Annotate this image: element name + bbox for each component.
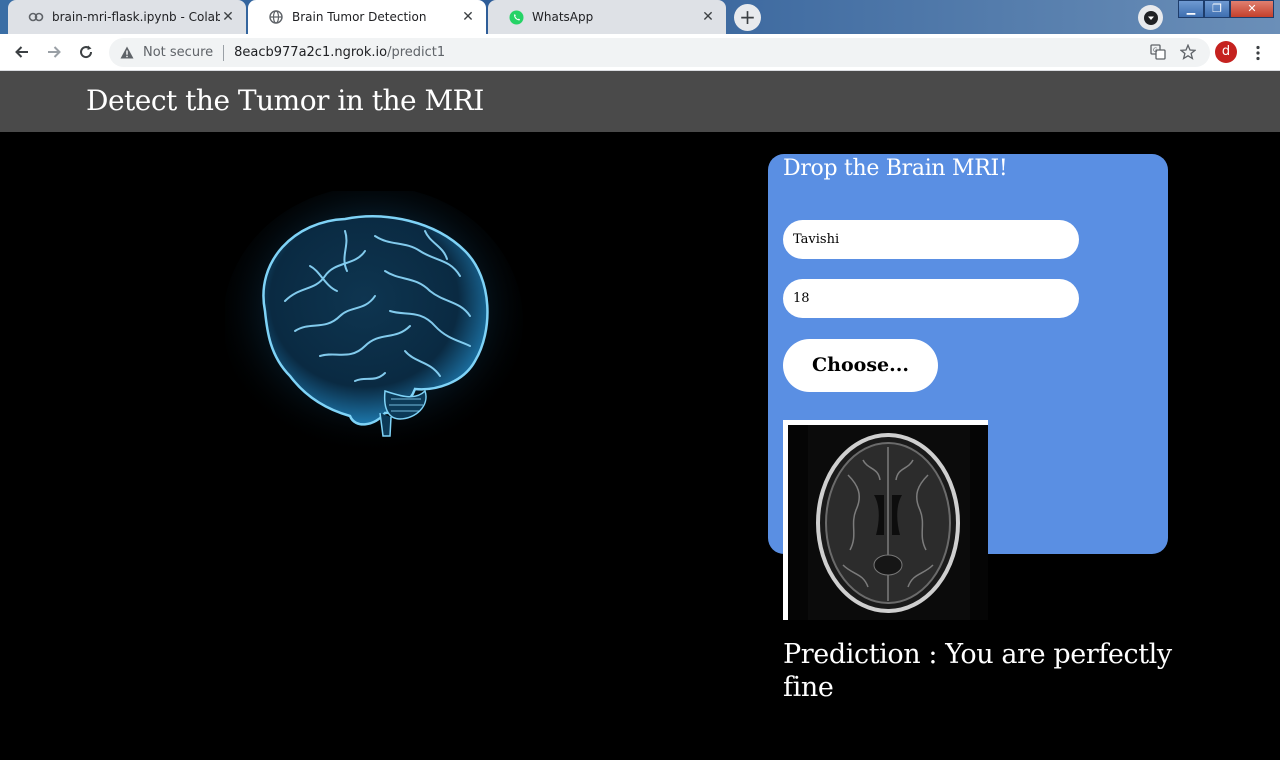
svg-text:G: G [1153,47,1158,54]
forward-button[interactable] [42,40,66,64]
back-button[interactable] [10,40,34,64]
tab-label: Brain Tumor Detection [292,10,427,24]
window-close-button[interactable]: ✕ [1230,0,1274,18]
panel-title: Drop the Brain MRI! [783,156,1008,181]
page-title: Detect the Tumor in the MRI [86,84,484,117]
whatsapp-icon [508,9,524,25]
restore-button[interactable]: ❐ [1204,0,1230,18]
browser-tabstrip: brain-mri-flask.ipynb - Colaborat ✕ Brai… [0,0,1280,34]
tab-label: brain-mri-flask.ipynb - Colaborat [52,10,220,24]
divider [223,44,225,61]
window-controls: ▁ ❐ ✕ [1178,0,1274,18]
tab-colab[interactable]: brain-mri-flask.ipynb - Colaborat ✕ [8,0,246,34]
colab-icon [28,9,44,25]
age-input[interactable] [783,279,1079,318]
minimize-button[interactable]: ▁ [1178,0,1204,18]
brain-illustration [223,186,525,461]
tab-search-button[interactable] [1138,5,1163,30]
warning-icon[interactable] [119,45,135,61]
forward-arrow-icon [48,46,61,58]
prediction-result: Prediction : You are perfectly fine [783,639,1172,703]
profile-avatar[interactable]: d [1215,41,1237,63]
name-input[interactable] [783,220,1079,259]
url-path: /predict1 [387,45,446,60]
globe-icon [268,9,284,25]
reload-icon [80,45,93,59]
security-label[interactable]: Not secure [143,45,213,60]
tab-brain-tumor-detection[interactable]: Brain Tumor Detection ✕ [248,0,486,34]
choose-file-button[interactable]: Choose... [783,339,938,392]
tab-whatsapp[interactable]: WhatsApp ✕ [488,0,726,34]
chevron-down-icon [1143,10,1158,25]
close-icon[interactable]: ✕ [220,9,236,25]
web-page: Detect the Tumor in the MRI Drop the Bra… [0,71,1280,760]
tab-label: WhatsApp [532,10,594,24]
mri-scan-image [788,425,988,620]
new-tab-button[interactable]: + [734,4,761,31]
site-header: Detect the Tumor in the MRI [0,71,1280,132]
address-bar[interactable]: Not secure 8eacb977a2c1.ngrok.io/predict… [109,38,1210,67]
reload-button[interactable] [74,40,98,64]
url-host: 8eacb977a2c1.ngrok.io [234,45,388,60]
menu-dots-icon[interactable] [1250,44,1266,62]
star-icon[interactable] [1179,43,1197,64]
browser-toolbar: Not secure 8eacb977a2c1.ngrok.io/predict… [0,34,1280,71]
translate-icon[interactable]: G [1150,44,1166,64]
back-arrow-icon [15,46,28,58]
close-icon[interactable]: ✕ [460,9,476,25]
close-icon[interactable]: ✕ [700,9,716,25]
mri-preview [783,420,988,620]
omnibox-actions: G [1150,43,1197,64]
